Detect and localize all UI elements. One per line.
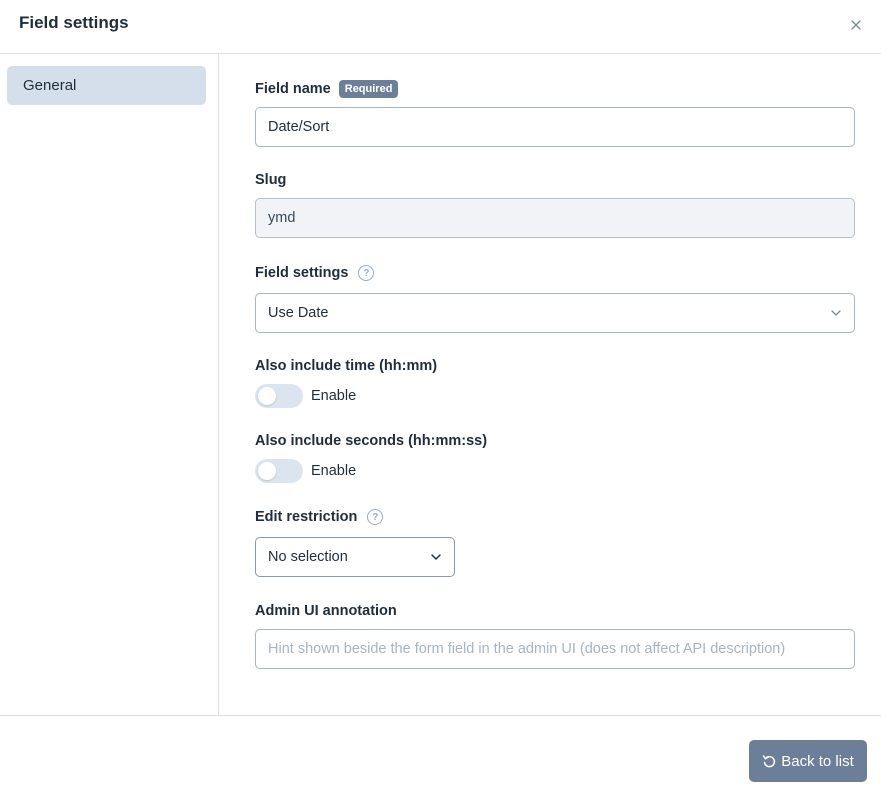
- edit-restriction-select[interactable]: No selection: [255, 537, 455, 577]
- include-time-toggle[interactable]: [255, 384, 303, 408]
- field-settings-label: Field settings ?: [255, 265, 375, 281]
- edit-restriction-label: Edit restriction ?: [255, 509, 384, 525]
- sidebar-item-general[interactable]: General: [7, 66, 206, 105]
- slug-field: ymd: [255, 198, 855, 238]
- field-name-label: Field name Required: [255, 80, 399, 98]
- dialog-header: Field settings: [0, 0, 881, 54]
- include-time-toggle-row: Enable: [255, 384, 356, 408]
- slug-value: ymd: [268, 210, 296, 226]
- include-seconds-toggle-label: Enable: [311, 463, 357, 479]
- annotation-input[interactable]: [255, 629, 855, 669]
- include-time-toggle-label: Enable: [311, 388, 357, 404]
- dialog-footer: Back to list: [0, 715, 881, 793]
- include-seconds-label: Also include seconds (hh:mm:ss): [255, 433, 488, 449]
- field-name-input[interactable]: [255, 107, 855, 147]
- toggle-knob: [258, 462, 276, 480]
- slug-label: Slug: [255, 172, 287, 188]
- field-settings-label-text: Field settings: [255, 265, 349, 281]
- include-time-label: Also include time (hh:mm): [255, 358, 438, 374]
- back-to-list-button[interactable]: Back to list: [749, 740, 867, 782]
- undo-icon: [762, 755, 776, 768]
- required-badge: Required: [338, 80, 399, 98]
- back-to-list-label: Back to list: [781, 752, 854, 770]
- field-settings-select[interactable]: Use Date: [255, 293, 855, 333]
- chevron-down-icon: [830, 305, 842, 321]
- annotation-label: Admin UI annotation: [255, 603, 397, 619]
- include-seconds-toggle[interactable]: [255, 459, 303, 483]
- field-name-label-text: Field name: [255, 81, 331, 97]
- include-seconds-toggle-row: Enable: [255, 459, 356, 483]
- close-icon[interactable]: [845, 14, 867, 36]
- edit-restriction-label-text: Edit restriction: [255, 509, 358, 525]
- toggle-knob: [258, 387, 276, 405]
- sidebar-item-label: General: [23, 77, 77, 94]
- field-settings-value: Use Date: [268, 305, 329, 321]
- help-icon[interactable]: ?: [367, 509, 384, 525]
- help-icon[interactable]: ?: [358, 265, 375, 281]
- dialog-title: Field settings: [19, 13, 129, 32]
- sidebar: General: [0, 54, 219, 715]
- edit-restriction-value: No selection: [268, 549, 348, 565]
- chevron-down-icon: [430, 549, 442, 565]
